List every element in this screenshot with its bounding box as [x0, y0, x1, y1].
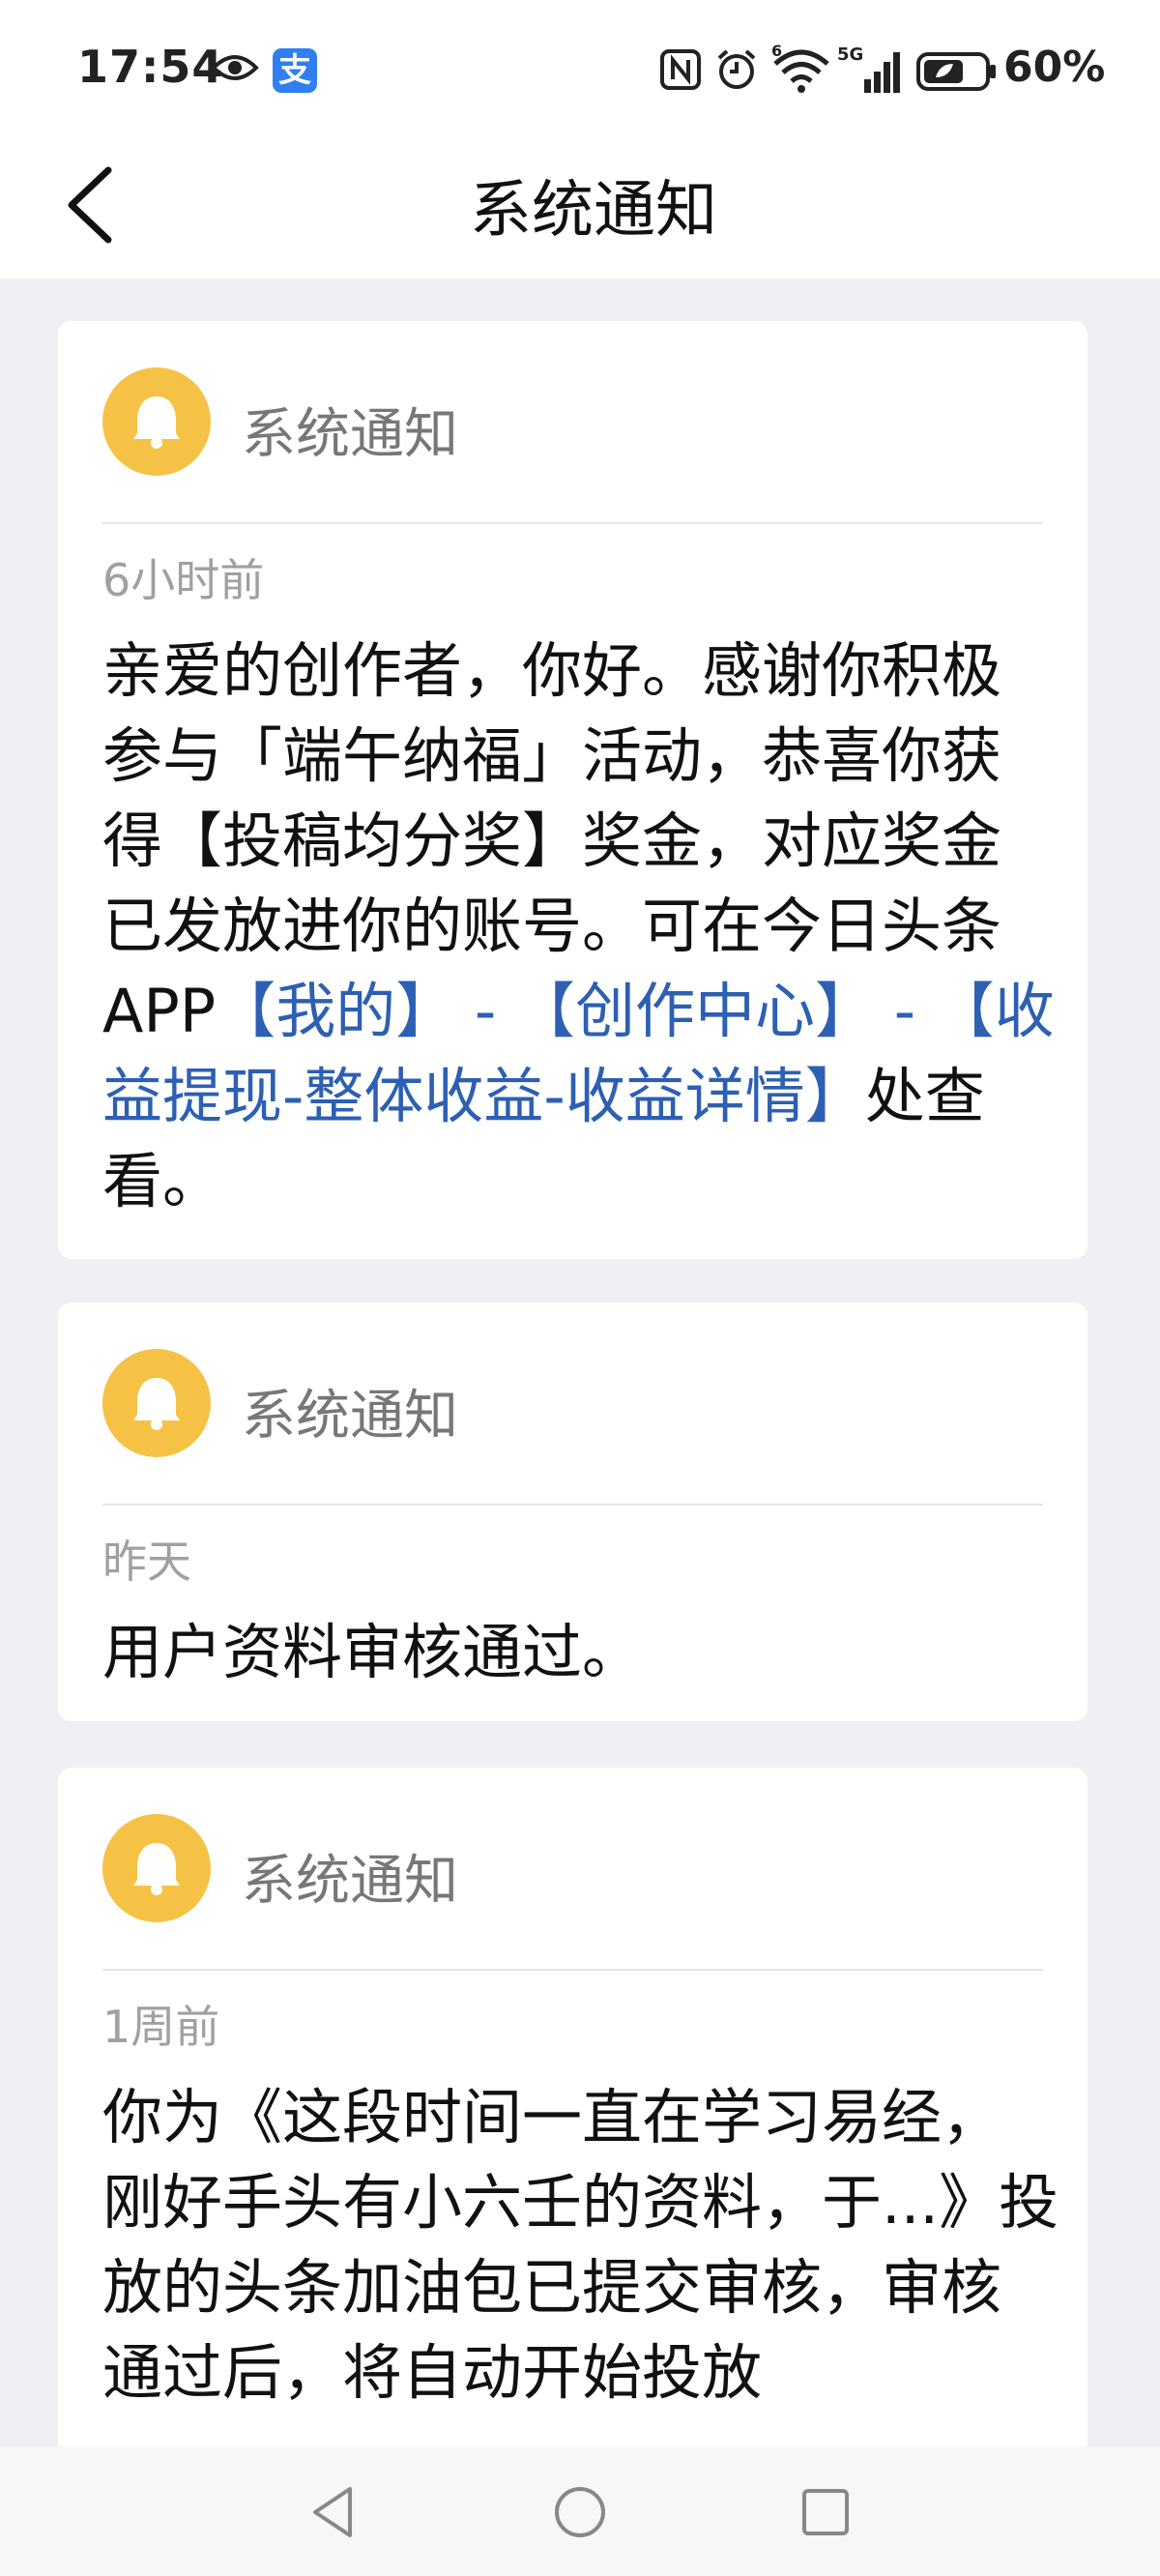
- notification-time: 6小时前: [102, 554, 265, 606]
- alarm-icon: [715, 48, 758, 95]
- bell-icon: [102, 1814, 211, 1922]
- notification-time: 昨天: [102, 1536, 191, 1588]
- divider: [102, 1504, 1043, 1506]
- bell-icon: [102, 367, 211, 476]
- notification-message: 你为《这段时间一直在学习易经，刚好手头有小六壬的资料，于...》投放的头条加油包…: [102, 2082, 1059, 2408]
- notification-card[interactable]: 系统通知 昨天 用户资料审核通过。: [58, 1303, 1088, 1721]
- alipay-icon: 支: [273, 48, 317, 93]
- notification-message: 用户资料审核通过。: [102, 1617, 643, 1687]
- battery-percentage: 60%: [1003, 43, 1106, 92]
- wifi-badge: 6: [771, 44, 782, 60]
- network-type: 5G: [837, 44, 863, 65]
- eye-icon: [211, 52, 259, 87]
- home-circle-icon[interactable]: [551, 2483, 609, 2545]
- nfc-icon: [659, 48, 702, 95]
- battery-icon: [916, 52, 998, 95]
- system-nav-bar: [0, 2446, 1160, 2576]
- signal-icon: 5G: [837, 44, 905, 101]
- sender-name: 系统通知: [242, 403, 458, 466]
- wifi-icon: 6: [771, 42, 831, 99]
- notification-card[interactable]: 系统通知 1周前 你为《这段时间一直在学习易经，刚好手头有小六壬的资料，于...…: [58, 1768, 1088, 2503]
- recents-square-icon[interactable]: [797, 2483, 855, 2545]
- status-bar: 17:54 支 6 5G 60%: [0, 0, 1160, 135]
- status-time: 17:54: [77, 41, 224, 93]
- nav-bar: 系统通知: [0, 135, 1160, 278]
- sender-name: 系统通知: [242, 1850, 458, 1913]
- notification-message: 亲爱的创作者，你好。感谢你积极参与「端午纳福」活动，恭喜你获得【投稿均分奖】奖金…: [102, 629, 1059, 1224]
- back-triangle-icon[interactable]: [305, 2483, 363, 2545]
- page-title: 系统通知: [470, 175, 717, 247]
- divider: [102, 522, 1043, 524]
- divider: [102, 1969, 1043, 1971]
- notification-time: 1周前: [102, 2001, 220, 2053]
- sender-name: 系统通知: [242, 1385, 458, 1448]
- bell-icon: [102, 1349, 211, 1457]
- notification-card[interactable]: 系统通知 6小时前 亲爱的创作者，你好。感谢你积极参与「端午纳福」活动，恭喜你获…: [58, 321, 1088, 1259]
